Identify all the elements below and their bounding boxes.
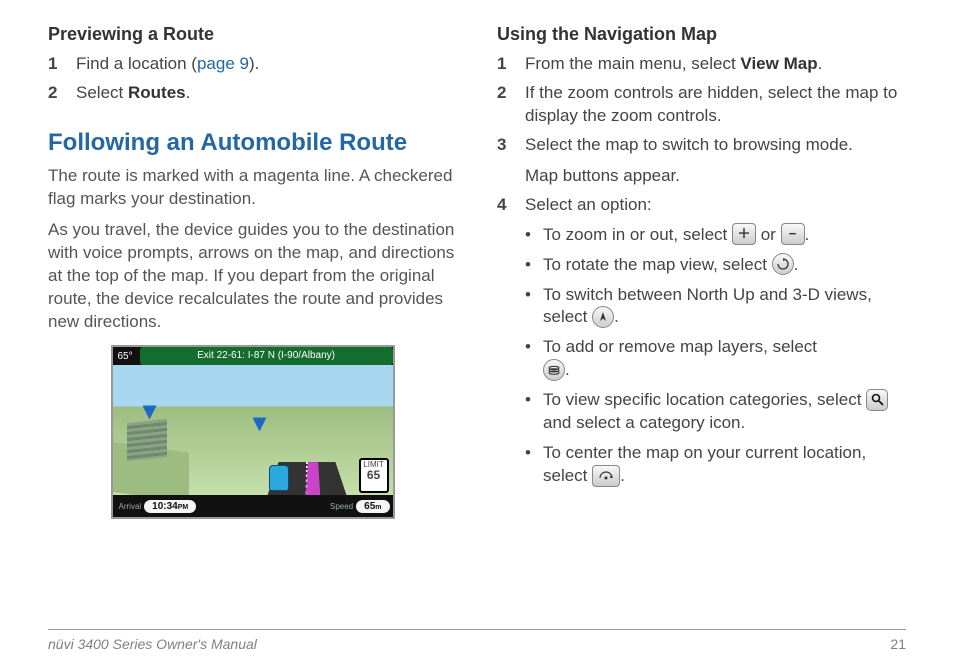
bullet-icon: •	[525, 442, 531, 488]
right-column: Using the Navigation Map 1 From the main…	[497, 24, 906, 519]
step-number: 4	[497, 194, 511, 217]
north-up-icon	[592, 306, 614, 328]
search-icon	[866, 389, 888, 411]
manual-title: nüvi 3400 Series Owner's Manual	[48, 636, 257, 652]
list-item: 1 Find a location (page 9).	[48, 53, 457, 76]
paragraph: As you travel, the device guides you to …	[48, 219, 457, 334]
zoom-in-icon: ＋	[732, 223, 756, 245]
sub-bullet: • To zoom in or out, select ＋ or −.	[525, 224, 906, 247]
step-text: If the zoom controls are hidden, select …	[525, 82, 906, 128]
bullet-icon: •	[525, 336, 531, 382]
list-item: 3 Select the map to switch to browsing m…	[497, 134, 906, 188]
zoom-out-icon: −	[781, 223, 805, 245]
nav-temp: 65°	[113, 351, 138, 362]
rotate-icon	[772, 253, 794, 275]
nav-exit-sign: Exit 22-61: I-87 N (I-90/Albany)	[140, 347, 393, 365]
navigation-screenshot: 65° Exit 22-61: I-87 N (I-90/Albany) LIM…	[111, 345, 395, 519]
sub-bullet: • To switch between North Up and 3-D vie…	[525, 284, 906, 330]
sub-bullet: • To center the map on your current loca…	[525, 442, 906, 488]
paragraph: The route is marked with a magenta line.…	[48, 165, 457, 211]
preview-steps: 1 Find a location (page 9). 2 Select Rou…	[48, 53, 457, 105]
speed-value: 65m	[356, 500, 389, 513]
step-text: Find a location (page 9).	[76, 53, 259, 76]
list-item: 2 If the zoom controls are hidden, selec…	[497, 82, 906, 128]
speed-label: Speed	[330, 502, 353, 511]
navmap-steps: 1 From the main menu, select View Map. 2…	[497, 53, 906, 217]
speed-limit-sign: LIMIT 65	[359, 458, 389, 493]
heading-previewing: Previewing a Route	[48, 24, 457, 45]
step-text: From the main menu, select View Map.	[525, 53, 822, 76]
left-column: Previewing a Route 1 Find a location (pa…	[48, 24, 457, 519]
step-number: 3	[497, 134, 511, 188]
step-text: Select Routes.	[76, 82, 190, 105]
list-item: 2 Select Routes.	[48, 82, 457, 105]
page-footer: nüvi 3400 Series Owner's Manual 21	[48, 629, 906, 652]
layers-icon	[543, 359, 565, 381]
arrival-label: Arrival	[119, 502, 142, 511]
recenter-icon	[592, 465, 620, 487]
step-text: Select an option:	[525, 194, 652, 217]
step-number: 1	[497, 53, 511, 76]
bullet-icon: •	[525, 284, 531, 330]
heading-navmap: Using the Navigation Map	[497, 24, 906, 45]
step-text: Select the map to switch to browsing mod…	[525, 134, 853, 188]
sub-bullet: • To view specific location categories, …	[525, 389, 906, 435]
bullet-icon: •	[525, 389, 531, 435]
list-item: 1 From the main menu, select View Map.	[497, 53, 906, 76]
step-number: 2	[497, 82, 511, 128]
step-number: 1	[48, 53, 62, 76]
arrival-time: 10:34PM	[144, 500, 196, 513]
page-link[interactable]: page 9	[197, 54, 249, 73]
bullet-icon: •	[525, 224, 531, 247]
bullet-icon: •	[525, 254, 531, 277]
step-number: 2	[48, 82, 62, 105]
heading-following: Following an Automobile Route	[48, 129, 457, 157]
sub-bullet: • To add or remove map layers, select .	[525, 336, 906, 382]
vehicle-icon	[269, 465, 289, 491]
sub-bullet: • To rotate the map view, select .	[525, 254, 906, 277]
page-number: 21	[890, 636, 906, 652]
list-item: 4 Select an option:	[497, 194, 906, 217]
